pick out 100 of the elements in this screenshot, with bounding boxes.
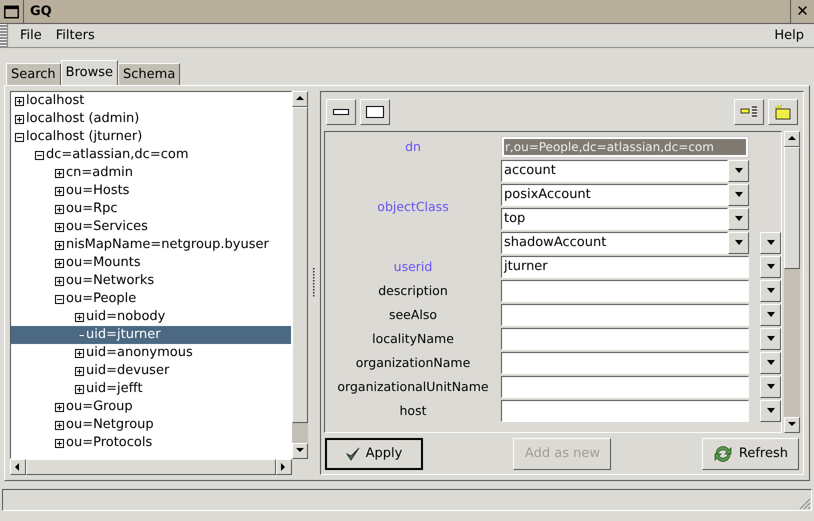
tree-item[interactable]: ou=Hosts [11,182,292,200]
tree-item[interactable]: localhost (admin) [11,110,292,128]
dropdown-button[interactable] [760,280,781,302]
menu-item[interactable]: Help [768,26,810,46]
expand-icon[interactable] [15,96,24,106]
caret-icon [766,312,776,318]
flat-rectangle-icon [333,109,349,115]
expand-icon[interactable] [55,276,64,286]
tab[interactable]: Browse [60,60,118,85]
expand-icon[interactable] [75,348,84,358]
tree-item[interactable]: ou=Protocols [11,434,292,452]
attribute-label: objectClass [376,198,450,216]
tree-item[interactable]: ou=Rpc [11,200,292,218]
caret-icon [766,360,776,366]
dropdown-button[interactable] [728,160,749,182]
refresh-button[interactable]: Refresh [702,438,799,470]
tree-item[interactable]: dc=atlassian,dc=com [11,146,292,164]
dropdown-button[interactable] [760,328,781,350]
caret-icon [766,240,776,246]
tree-item[interactable]: ou=Services [11,218,292,236]
tree-item[interactable]: ou=People [11,290,292,308]
input-field[interactable] [501,352,749,374]
menu-item[interactable]: Filters [52,26,99,46]
combo-field[interactable]: account [501,160,728,182]
tab[interactable]: Search [6,63,61,85]
expand-icon[interactable] [55,258,64,268]
expand-icon[interactable] [55,438,64,448]
caret-icon [734,216,744,222]
tree-item[interactable]: ou=Netgroup [11,416,292,434]
input-field[interactable] [501,400,749,422]
tree-item[interactable]: uid=devuser [11,362,292,380]
expand-button[interactable] [360,99,390,125]
tree-item[interactable]: uid=jturner [11,326,292,344]
apply-button[interactable]: Apply [325,438,423,470]
dropdown-button[interactable] [760,400,781,422]
tree-item[interactable]: uid=jefft [11,380,292,398]
collapse-icon[interactable] [35,150,44,160]
caret-icon [734,240,744,246]
expand-icon[interactable] [55,402,64,412]
expand-icon[interactable] [55,222,64,232]
expand-icon[interactable] [55,186,64,196]
expand-icon[interactable] [55,168,64,178]
tree-item[interactable]: localhost [11,92,292,110]
tree-item[interactable]: nisMapName=netgroup.byuser [11,236,292,254]
expand-icon[interactable] [75,366,84,376]
attribute-label: seeAlso [388,306,438,324]
expand-icon[interactable] [15,114,24,124]
resize-grip-icon[interactable] [797,496,811,510]
input-field[interactable] [501,376,749,398]
dropdown-button[interactable] [728,232,749,254]
collapse-button[interactable] [326,99,356,125]
dropdown-button[interactable] [728,208,749,230]
attribute-label: userid [392,258,434,276]
dropdown-button[interactable] [728,184,749,206]
expand-icon[interactable] [55,420,64,430]
collapse-icon[interactable] [55,294,64,304]
combo-field[interactable]: shadowAccount [501,232,728,254]
close-button[interactable]: ✕ [790,0,814,24]
collapse-icon[interactable] [15,132,24,142]
new-entry-button[interactable] [768,99,798,125]
list-icon [740,105,758,119]
tree-item[interactable]: cn=admin [11,164,292,182]
checkmark-icon [346,447,360,461]
tree-item[interactable]: uid=nobody [11,308,292,326]
tree-item[interactable]: ou=Mounts [11,254,292,272]
combo-field[interactable]: top [501,208,728,230]
list-view-button[interactable] [734,99,764,125]
input-field[interactable]: jturner [501,256,749,278]
input-field[interactable] [501,328,749,350]
tree-item[interactable]: localhost (jturner) [11,128,292,146]
expand-icon[interactable] [75,312,84,322]
horizontal-scrollbar[interactable] [10,459,292,475]
tree-item[interactable]: uid=anonymous [11,344,292,362]
menu-grip-icon[interactable] [0,24,8,47]
menu-item[interactable]: File [16,26,46,46]
rectangle-icon [366,106,384,118]
input-field[interactable] [501,280,749,302]
expand-icon[interactable] [55,240,64,250]
new-folder-icon [774,104,792,120]
dropdown-button[interactable] [760,304,781,326]
caret-icon [766,384,776,390]
dropdown-button[interactable] [760,232,781,254]
tree-item[interactable]: ou=Networks [11,272,292,290]
attribute-label: localityName [371,330,455,348]
combo-field[interactable]: posixAccount [501,184,728,206]
dropdown-button[interactable] [760,352,781,374]
caret-icon [766,408,776,414]
splitter-handle-icon[interactable] [312,268,316,298]
tab[interactable]: Schema [118,63,180,85]
tree-item[interactable]: ou=Group [11,398,292,416]
dropdown-button[interactable] [760,376,781,398]
input-field[interactable] [501,304,749,326]
caret-icon [766,264,776,270]
expand-icon[interactable] [55,204,64,214]
dn-field[interactable]: r,ou=People,dc=atlassian,dc=com [501,136,749,158]
vertical-scrollbar[interactable] [292,91,308,460]
expand-icon[interactable] [75,384,84,394]
refresh-icon [712,445,733,463]
vertical-scrollbar[interactable] [784,131,800,433]
dropdown-button[interactable] [760,256,781,278]
